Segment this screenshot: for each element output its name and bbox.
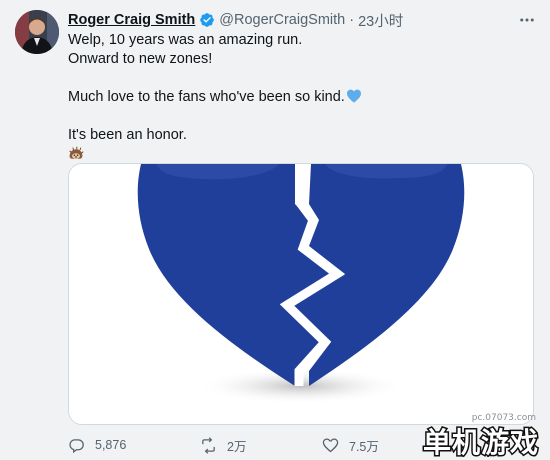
watermark-url: pc.07073.com [471, 413, 536, 423]
separator-dot: · [349, 12, 355, 28]
tweet-timestamp[interactable]: 23小时 [358, 10, 403, 31]
like-count: 7.5万 [349, 439, 379, 454]
verified-badge-icon [200, 13, 215, 27]
svg-text:单机游戏: 单机游戏 [423, 426, 539, 457]
more-horizontal-icon[interactable] [515, 8, 539, 32]
author-handle[interactable]: @RogerCraigSmith [219, 12, 345, 28]
heart-icon [322, 437, 339, 452]
reply-count: 5,876 [95, 438, 127, 452]
tweet-line-2: Onward to new zones! [68, 51, 213, 67]
tweet-media-image[interactable] [68, 163, 534, 425]
author-name[interactable]: Roger Craig Smith [68, 12, 195, 28]
watermark-logo: 单机游戏 [408, 423, 540, 458]
hedgehog-emoji-icon [69, 146, 84, 159]
retweet-button[interactable]: 2万 [200, 436, 322, 455]
watermark-brand-logo: 单机游戏 [421, 425, 539, 458]
tweet-line-6: It's been an honor. [68, 127, 187, 143]
reply-button[interactable]: 5,876 [68, 437, 200, 454]
tweet-line-4-text: Much love to the fans who've been so kin… [68, 89, 345, 105]
blue-heart-emoji-icon [346, 89, 361, 103]
site-watermark: pc.07073.com 单机游戏 [408, 413, 544, 457]
tweet-header: Roger Craig Smith @RogerCraigSmith · 23小… [68, 10, 403, 30]
tweet-actions: 5,876 2万 7.5万 [68, 434, 432, 456]
tweet[interactable]: Roger Craig Smith @RogerCraigSmith · 23小… [0, 0, 550, 460]
tweet-text: Welp, 10 years was an amazing run. Onwar… [68, 31, 528, 168]
avatar[interactable] [15, 10, 59, 54]
reply-icon [69, 438, 84, 453]
more-dots-icon [520, 18, 534, 22]
retweet-icon [202, 436, 215, 454]
tweet-line-4: Much love to the fans who've been so kin… [68, 88, 528, 107]
avatar-image [15, 10, 59, 54]
tweet-line-1: Welp, 10 years was an amazing run. [68, 32, 303, 48]
broken-heart-image [69, 164, 533, 424]
retweet-count: 2万 [227, 439, 247, 454]
